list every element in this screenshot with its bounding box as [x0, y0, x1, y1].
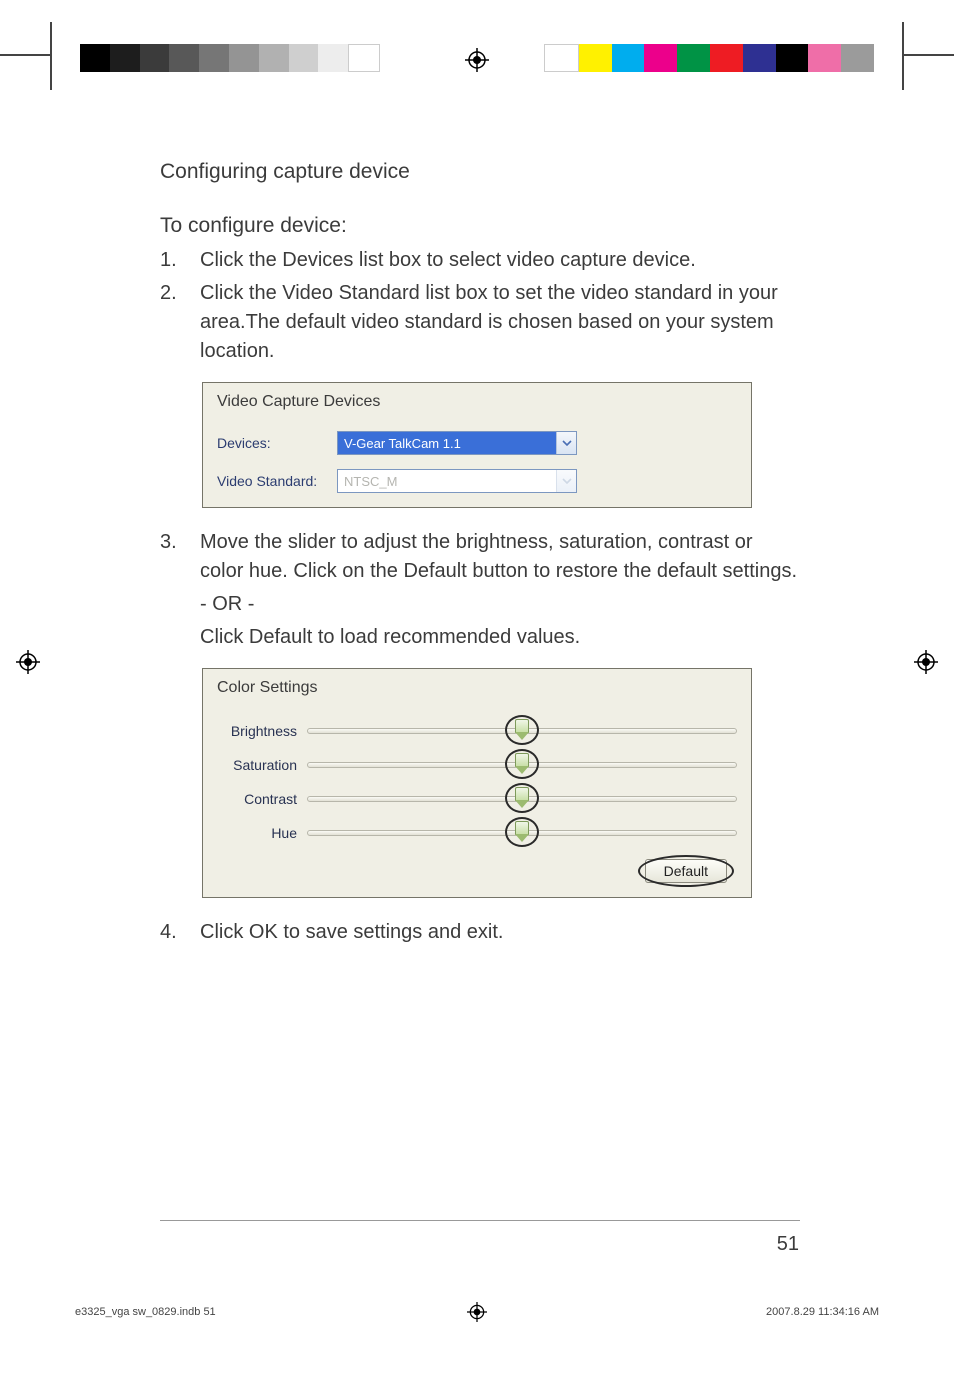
brightness-slider[interactable]	[307, 721, 737, 741]
registration-mark-icon	[16, 650, 40, 674]
contrast-label: Contrast	[217, 791, 307, 807]
brightness-row: Brightness	[217, 721, 737, 741]
crop-mark	[50, 22, 52, 90]
hue-label: Hue	[217, 825, 307, 841]
saturation-label: Saturation	[217, 757, 307, 773]
step-text: Click OK to save settings and exit.	[200, 918, 800, 947]
registration-mark-icon	[465, 48, 489, 72]
crop-mark	[0, 54, 50, 56]
video-standard-row: Video Standard: NTSC_M	[217, 469, 737, 493]
saturation-slider[interactable]	[307, 755, 737, 775]
registration-mark-icon	[914, 650, 938, 674]
page-content: Configuring capture device To configure …	[160, 160, 800, 963]
video-standard-dropdown[interactable]: NTSC_M	[337, 469, 577, 493]
step-list: 1. Click the Devices list box to select …	[160, 246, 800, 366]
chevron-down-icon[interactable]	[556, 432, 576, 454]
video-standard-label: Video Standard:	[217, 473, 337, 489]
video-capture-panel: Video Capture Devices Devices: V-Gear Ta…	[202, 382, 752, 508]
crop-mark	[904, 54, 954, 56]
sub-heading: To configure device:	[160, 214, 800, 238]
step-text: Click the Devices list box to select vid…	[200, 246, 800, 275]
footer-datetime: 2007.8.29 11:34:16 AM	[766, 1306, 879, 1318]
step-text: Move the slider to adjust the brightness…	[200, 528, 800, 652]
section-heading: Configuring capture device	[160, 160, 800, 184]
slider-thumb[interactable]	[515, 787, 529, 809]
horizontal-rule	[160, 1220, 800, 1221]
footer-filename: e3325_vga sw_0829.indb 51	[75, 1306, 216, 1318]
brightness-label: Brightness	[217, 723, 307, 739]
step-list: 4. Click OK to save settings and exit.	[160, 918, 800, 947]
print-registration-bars	[0, 22, 954, 50]
list-item: 1. Click the Devices list box to select …	[160, 246, 800, 275]
devices-value: V-Gear TalkCam 1.1	[338, 432, 556, 454]
crop-mark	[902, 22, 904, 90]
devices-dropdown[interactable]: V-Gear TalkCam 1.1	[337, 431, 577, 455]
step-number: 3.	[160, 528, 200, 652]
chevron-down-icon[interactable]	[556, 470, 576, 492]
default-row: Default	[217, 859, 737, 883]
step-number: 4.	[160, 918, 200, 947]
devices-row: Devices: V-Gear TalkCam 1.1	[217, 431, 737, 455]
registration-mark-icon	[467, 1302, 487, 1322]
step-number: 1.	[160, 246, 200, 275]
step-list: 3. Move the slider to adjust the brightn…	[160, 528, 800, 652]
list-item: 2. Click the Video Standard list box to …	[160, 279, 800, 366]
contrast-slider[interactable]	[307, 789, 737, 809]
footer: e3325_vga sw_0829.indb 51 2007.8.29 11:3…	[75, 1306, 879, 1318]
default-button[interactable]: Default	[645, 859, 727, 883]
color-bar	[544, 44, 874, 72]
slider-thumb[interactable]	[515, 821, 529, 843]
page-number: 51	[777, 1233, 799, 1256]
saturation-row: Saturation	[217, 755, 737, 775]
hue-row: Hue	[217, 823, 737, 843]
color-settings-panel: Color Settings Brightness Saturation Con…	[202, 668, 752, 898]
fieldset-legend: Video Capture Devices	[217, 393, 380, 410]
list-item: 3. Move the slider to adjust the brightn…	[160, 528, 800, 652]
slider-thumb[interactable]	[515, 753, 529, 775]
grayscale-bar	[80, 44, 380, 72]
step-text: Click the Video Standard list box to set…	[200, 279, 800, 366]
step-number: 2.	[160, 279, 200, 366]
list-item: 4. Click OK to save settings and exit.	[160, 918, 800, 947]
hue-slider[interactable]	[307, 823, 737, 843]
slider-thumb[interactable]	[515, 719, 529, 741]
contrast-row: Contrast	[217, 789, 737, 809]
video-standard-value: NTSC_M	[338, 470, 556, 492]
devices-label: Devices:	[217, 435, 337, 451]
fieldset-legend: Color Settings	[217, 679, 318, 696]
